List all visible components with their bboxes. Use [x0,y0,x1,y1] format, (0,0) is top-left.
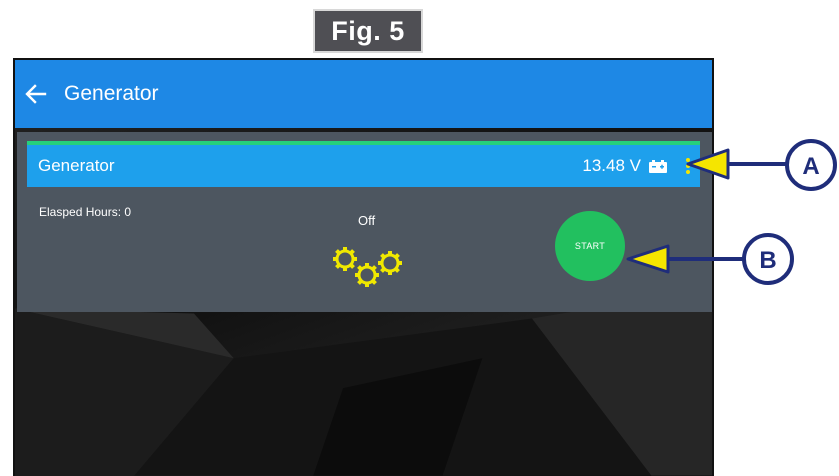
device-screen: Generator Generator 13.48 V Elasped Hour… [13,58,714,476]
app-bar: Generator [15,60,712,128]
elapsed-hours: Elasped Hours: 0 [39,205,132,219]
figure-label: Fig. 5 [313,9,423,53]
callout-b-letter: B [759,247,776,274]
start-button[interactable]: START [555,211,625,281]
page-title: Generator [64,82,159,105]
gears-icon [333,247,402,287]
generator-card-title: Generator [38,156,115,175]
generator-card-header: Generator 13.48 V [27,141,700,187]
more-vert-icon[interactable] [685,157,691,175]
generator-status: Off [358,213,376,228]
voltage-readout: 13.48 V [582,156,641,175]
battery-icon [649,159,667,173]
callout-a-letter: A [802,153,819,180]
arrow-left-icon[interactable] [24,82,48,106]
generator-card: Generator 13.48 V Elasped Hours: 0 Off S… [17,132,712,312]
